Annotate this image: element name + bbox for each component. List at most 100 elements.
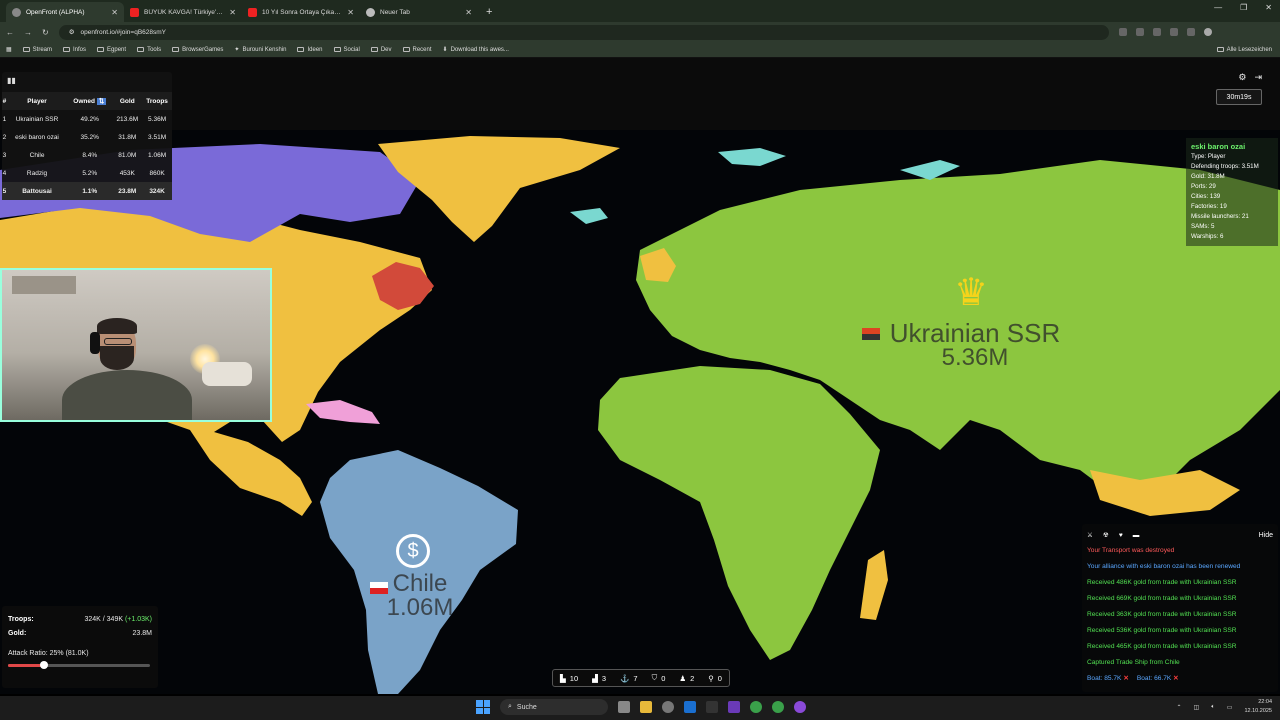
factory-count[interactable]: ▟ 3 [592, 674, 606, 683]
app-icon[interactable] [794, 701, 806, 713]
settings-icon[interactable]: ⚙ [1238, 72, 1246, 83]
troops-label: Troops: [8, 615, 34, 623]
tab-new[interactable]: Neuer Tab ✕ [360, 2, 478, 22]
maximize-icon[interactable]: ❐ [1240, 3, 1247, 12]
youtube-icon [130, 7, 139, 17]
hide-button[interactable]: Hide [1259, 532, 1273, 539]
file-explorer-icon[interactable] [640, 701, 652, 713]
extension-icon[interactable] [1135, 28, 1144, 36]
site-info-icon[interactable]: ⚙ [69, 28, 75, 36]
event-line: Received 465K gold from trade with Ukrai… [1087, 642, 1237, 650]
forward-icon[interactable]: → [24, 28, 32, 37]
sword-icon[interactable]: ⚔ [1087, 531, 1093, 539]
port-icon: ⚓ [620, 673, 630, 683]
start-icon[interactable] [476, 700, 490, 714]
player-name: eski baron ozai [1191, 142, 1246, 151]
table-row[interactable]: 1 Ukrainian SSR 49.2% 213.6M 5.36M [2, 110, 172, 128]
app-icon[interactable] [728, 701, 740, 713]
port-count[interactable]: ⚓ 7 [620, 674, 638, 683]
bookmark-egpent[interactable]: Egpent [97, 47, 126, 53]
table-row[interactable]: 2 eski baron ozai 35.2% 31.8M 3.51M [2, 128, 172, 146]
sam-count[interactable]: ⚲ 0 [708, 674, 722, 683]
volume-icon[interactable]: 🔈︎ [1211, 704, 1215, 711]
attack-ratio-knob[interactable] [39, 661, 48, 669]
app-icon[interactable] [662, 701, 674, 713]
heart-icon[interactable]: ♥ [1119, 532, 1123, 539]
tab-youtube-2[interactable]: 10 Yıl Sonra Ortaya Çıkan Gerçe ✕ [242, 2, 360, 22]
chrome-icon[interactable] [750, 701, 762, 713]
cell-gold: 23.8M [112, 182, 143, 200]
count: 7 [633, 673, 638, 683]
flag-icon [862, 328, 880, 340]
table-row[interactable]: 3 Chile 8.4% 81.0M 1.06M [2, 146, 172, 164]
close-tab-icon[interactable]: ✕ [111, 8, 118, 17]
all-bookmarks[interactable]: Alle Lesezeichen [1216, 47, 1272, 53]
profile-avatar[interactable] [1203, 28, 1212, 36]
close-window-icon[interactable]: ✕ [1265, 3, 1272, 12]
col-owned[interactable]: Owned ⇅ [67, 92, 113, 110]
apps-icon[interactable]: ▦ [6, 46, 12, 53]
url-field[interactable]: ⚙ openfront.io/#join=qB628smY [58, 24, 1109, 40]
bookmark-ideen[interactable]: Ideen [297, 47, 323, 53]
tray-chevron-icon[interactable]: ⌃ [1176, 704, 1181, 711]
close-tab-icon[interactable]: ✕ [347, 8, 354, 17]
bookmark-label: Egpent [107, 46, 127, 53]
extension-icon[interactable] [1186, 28, 1195, 36]
col-player: Player [6, 92, 68, 110]
exit-icon[interactable]: ⇥ [1254, 72, 1262, 83]
col-troops[interactable]: Troops [142, 92, 172, 110]
cancel-boat-icon[interactable]: ✕ [1123, 675, 1129, 682]
taskbar: ⌕ Suche ⌃ ◫ 🔈︎ ▭ 22:04 12.10.2025 [0, 696, 1280, 720]
defense-count[interactable]: ⛉ 0 [652, 673, 666, 683]
task-view-icon[interactable] [618, 701, 630, 713]
city-count[interactable]: ▙ 10 [560, 674, 578, 683]
tab-openfront[interactable]: OpenFront (ALPHA) ✕ [6, 2, 124, 22]
map-label-chile-troops: 1.06M [386, 594, 454, 621]
bookmark-burouni[interactable]: ✦ Burouni Kenshin [234, 46, 286, 54]
event-line: Received 486K gold from trade with Ukrai… [1087, 578, 1237, 586]
player-type: Type: Player [1191, 153, 1226, 160]
bookmark-infos[interactable]: Infos [63, 47, 86, 53]
bookmark-browsergames[interactable]: BrowserGames [172, 47, 223, 53]
bookmark-tools[interactable]: Tools [137, 47, 161, 53]
leaderboard-icon[interactable]: ▮▮ [7, 76, 16, 85]
bookmark-dev[interactable]: Dev [370, 47, 392, 53]
taskbar-search[interactable]: ⌕ Suche [500, 699, 608, 715]
nuke-icon[interactable]: ☢ [1103, 531, 1109, 539]
sam-icon: ⚲ [708, 673, 714, 683]
close-tab-icon[interactable]: ✕ [465, 8, 472, 17]
new-tab-button[interactable]: + [486, 6, 492, 18]
app-icon[interactable] [706, 701, 718, 713]
chat-icon[interactable]: ▬ [1133, 532, 1140, 539]
bookmark-social[interactable]: Social [333, 47, 360, 53]
bookmark-stream[interactable]: Stream [22, 47, 52, 53]
cancel-boat-icon[interactable]: ✕ [1173, 675, 1179, 682]
event-line: Captured Trade Ship from Chile [1087, 658, 1180, 666]
reload-icon[interactable]: ↻ [42, 28, 49, 37]
clock[interactable]: 22:04 12.10.2025 [1244, 698, 1272, 716]
extension-icon[interactable] [1118, 28, 1127, 36]
url-text: openfront.io/#join=qB628smY [80, 28, 166, 36]
table-row-self[interactable]: 5 Battousai 1.1% 23.8M 324K [2, 182, 172, 200]
boat-item[interactable]: Boat: 85.7K ✕ [1087, 674, 1129, 682]
player-ports: Ports: 29 [1191, 183, 1216, 190]
app-icon[interactable] [684, 701, 696, 713]
folder-icon [22, 47, 30, 52]
missile-silo-count[interactable]: ♟ 2 [679, 674, 694, 683]
back-icon[interactable]: ← [6, 28, 14, 37]
chrome-icon[interactable] [772, 701, 784, 713]
extension-icon[interactable] [1169, 28, 1178, 36]
minimize-icon[interactable]: — [1214, 3, 1222, 12]
close-tab-icon[interactable]: ✕ [229, 8, 236, 17]
attack-ratio-slider[interactable] [8, 661, 150, 669]
extension-icon[interactable] [1152, 28, 1161, 36]
boat-item[interactable]: Boat: 66.7K ✕ [1137, 674, 1179, 682]
leaderboard-table: # Player Owned ⇅ Gold Troops 1 Ukrainian… [2, 92, 172, 200]
bookmark-recent[interactable]: Recent [402, 47, 432, 53]
table-row[interactable]: 4 Radzig 5.2% 453K 860K [2, 164, 172, 182]
col-gold[interactable]: Gold [112, 92, 143, 110]
bookmark-download[interactable]: ⬇ Download this awes... [443, 46, 509, 54]
tab-youtube-1[interactable]: BÜYÜK KAVGA! Türkiye'de Yaşı ✕ [124, 2, 242, 22]
network-icon[interactable]: ◫ [1194, 704, 1200, 711]
battery-icon[interactable]: ▭ [1227, 704, 1233, 711]
